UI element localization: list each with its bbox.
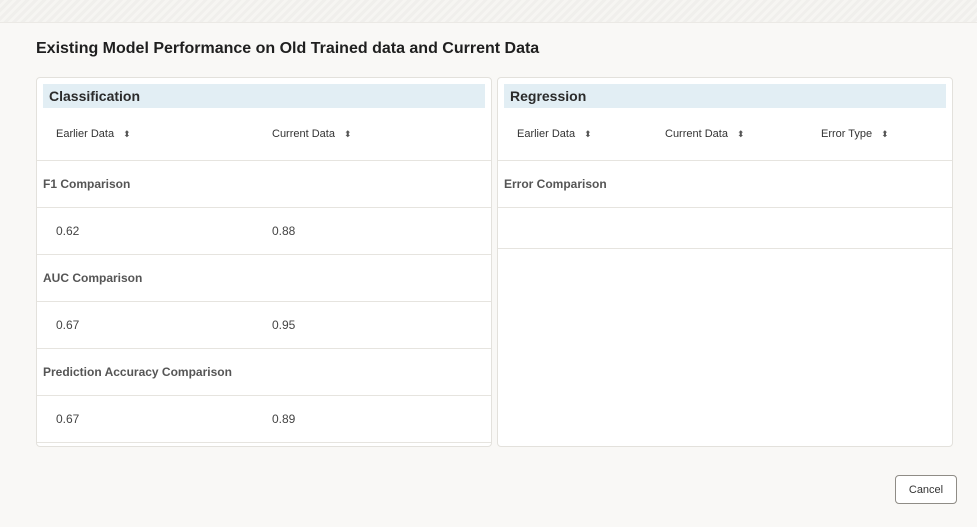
column-header-current-data[interactable]: Current Data ⬍ xyxy=(665,128,745,140)
column-header-earlier-data[interactable]: Earlier Data ⬍ xyxy=(56,128,131,140)
table-row[interactable]: 0.67 0.95 xyxy=(37,302,491,349)
classification-column-headers: Earlier Data ⬍ Current Data ⬍ xyxy=(37,108,491,161)
sort-icon[interactable]: ⬍ xyxy=(881,129,889,139)
table-row xyxy=(498,208,952,249)
group-row-auc-comparison: AUC Comparison xyxy=(37,255,491,302)
column-header-label: Earlier Data xyxy=(517,128,576,140)
sort-icon[interactable]: ⬍ xyxy=(344,129,352,139)
group-row-error-comparison: Error Comparison xyxy=(498,161,952,208)
top-decorative-strip xyxy=(0,0,977,23)
sort-icon[interactable]: ⬍ xyxy=(584,129,592,139)
earlier-data-cell: 0.62 xyxy=(56,224,80,238)
sort-icon[interactable]: ⬍ xyxy=(123,129,131,139)
current-data-cell: 0.88 xyxy=(272,224,296,238)
column-header-label: Earlier Data xyxy=(56,128,115,140)
column-header-label: Current Data xyxy=(665,128,728,140)
dialog-title: Existing Model Performance on Old Traine… xyxy=(36,40,540,57)
column-header-current-data[interactable]: Current Data ⬍ xyxy=(272,128,352,140)
column-header-label: Current Data xyxy=(272,128,335,140)
cancel-button[interactable]: Cancel xyxy=(895,475,957,504)
column-header-error-type[interactable]: Error Type ⬍ xyxy=(821,128,889,140)
earlier-data-cell: 0.67 xyxy=(56,318,80,332)
classification-header: Classification xyxy=(43,84,485,108)
regression-panel: Regression Earlier Data ⬍ Current Data ⬍… xyxy=(497,77,953,447)
group-row-f1-comparison: F1 Comparison xyxy=(37,161,491,208)
regression-header: Regression xyxy=(504,84,946,108)
regression-column-headers: Earlier Data ⬍ Current Data ⬍ Error Type… xyxy=(498,108,952,161)
group-row-prediction-accuracy-comparison: Prediction Accuracy Comparison xyxy=(37,349,491,396)
earlier-data-cell: 0.67 xyxy=(56,412,80,426)
current-data-cell: 0.89 xyxy=(272,412,296,426)
table-row[interactable]: 0.62 0.88 xyxy=(37,208,491,255)
column-header-earlier-data[interactable]: Earlier Data ⬍ xyxy=(517,128,592,140)
sort-icon[interactable]: ⬍ xyxy=(737,129,745,139)
current-data-cell: 0.95 xyxy=(272,318,296,332)
table-row[interactable]: 0.67 0.89 xyxy=(37,396,491,443)
classification-panel: Classification Earlier Data ⬍ Current Da… xyxy=(36,77,492,447)
column-header-label: Error Type xyxy=(821,128,873,140)
